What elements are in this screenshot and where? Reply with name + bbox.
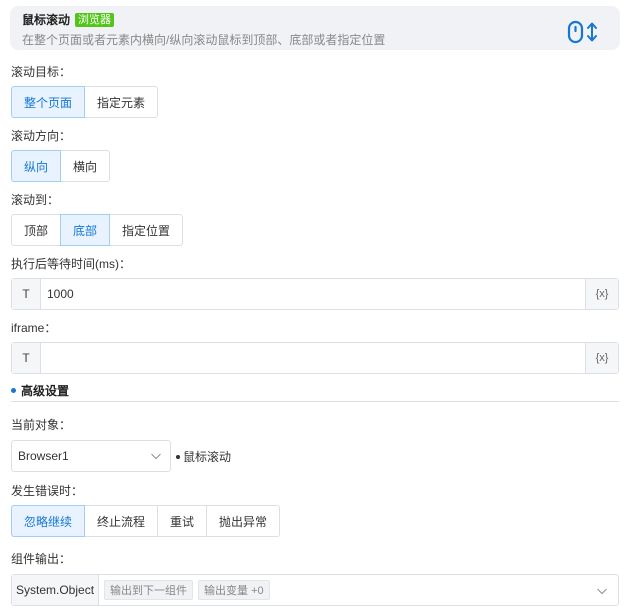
scroll-direction-group: 纵向 横向 <box>11 150 111 182</box>
current-object-value: Browser1 <box>18 449 69 463</box>
variable-icon[interactable]: {x} <box>585 279 618 309</box>
chevron-down-icon <box>150 450 162 465</box>
header-title-row: 鼠标滚动 浏览器 <box>22 11 115 28</box>
scroll-to-option-bottom[interactable]: 底部 <box>60 214 111 246</box>
current-object-side: 鼠标滚动 <box>176 448 231 465</box>
wait-time-label: 执行后等待时间(ms)： <box>11 257 131 271</box>
iframe-input[interactable]: T {x} <box>11 342 619 374</box>
wait-time-field[interactable]: 1000 <box>41 279 585 309</box>
bullet-dot-icon <box>11 388 16 393</box>
on-error-option-retry[interactable]: 重试 <box>157 505 208 537</box>
advanced-settings-header[interactable]: 高级设置 <box>11 382 619 402</box>
wait-time-input[interactable]: T 1000 {x} <box>11 278 619 310</box>
chevron-down-icon <box>596 585 608 600</box>
current-object-side-text: 鼠标滚动 <box>183 450 232 464</box>
scroll-target-group: 整个页面 指定元素 <box>11 86 159 118</box>
variable-icon[interactable]: {x} <box>585 343 618 373</box>
scroll-to-label: 滚动到： <box>11 193 60 207</box>
browser-badge: 浏览器 <box>75 12 115 27</box>
output-select[interactable]: System.Object 输出到下一组件 输出变量 +0 <box>11 574 619 606</box>
text-type-icon[interactable]: T <box>12 279 41 309</box>
on-error-option-ignore[interactable]: 忽略继续 <box>11 505 86 537</box>
component-title: 鼠标滚动 <box>22 13 71 27</box>
scroll-direction-option-horizontal[interactable]: 横向 <box>60 150 111 182</box>
iframe-field[interactable] <box>41 343 585 373</box>
scroll-target-label: 滚动目标： <box>11 65 72 79</box>
on-error-option-terminate[interactable]: 终止流程 <box>84 505 159 537</box>
current-object-select[interactable]: Browser1 <box>11 440 171 472</box>
current-object-label: 当前对象： <box>11 418 72 432</box>
on-error-label: 发生错误时： <box>11 484 84 498</box>
component-header: 鼠标滚动 浏览器 在整个页面或者元素内横向/纵向滚动鼠标到顶部、底部或者指定位置 <box>10 6 620 50</box>
scroll-to-group: 顶部 底部 指定位置 <box>11 214 184 246</box>
iframe-label: iframe： <box>11 321 57 335</box>
scroll-target-option-whole-page[interactable]: 整个页面 <box>11 86 86 118</box>
output-label: 组件输出： <box>11 552 72 566</box>
output-type: System.Object <box>12 575 100 605</box>
on-error-group: 忽略继续 终止流程 重试 抛出异常 <box>11 505 281 537</box>
text-type-icon[interactable]: T <box>12 343 41 373</box>
on-error-option-throw[interactable]: 抛出异常 <box>206 505 281 537</box>
advanced-settings-title: 高级设置 <box>21 384 70 398</box>
scroll-target-option-element[interactable]: 指定元素 <box>84 86 159 118</box>
scroll-to-option-top[interactable]: 顶部 <box>11 214 62 246</box>
scroll-direction-label: 滚动方向： <box>11 129 72 143</box>
component-description: 在整个页面或者元素内横向/纵向滚动鼠标到顶部、底部或者指定位置 <box>22 33 386 47</box>
bullet-icon <box>176 454 180 459</box>
scroll-direction-option-vertical[interactable]: 纵向 <box>11 150 62 182</box>
output-tag-variable: 输出变量 +0 <box>198 580 270 600</box>
scroll-to-option-position[interactable]: 指定位置 <box>109 214 184 246</box>
output-tag-next: 输出到下一组件 <box>104 580 194 600</box>
mouse-scroll-icon <box>566 20 602 47</box>
